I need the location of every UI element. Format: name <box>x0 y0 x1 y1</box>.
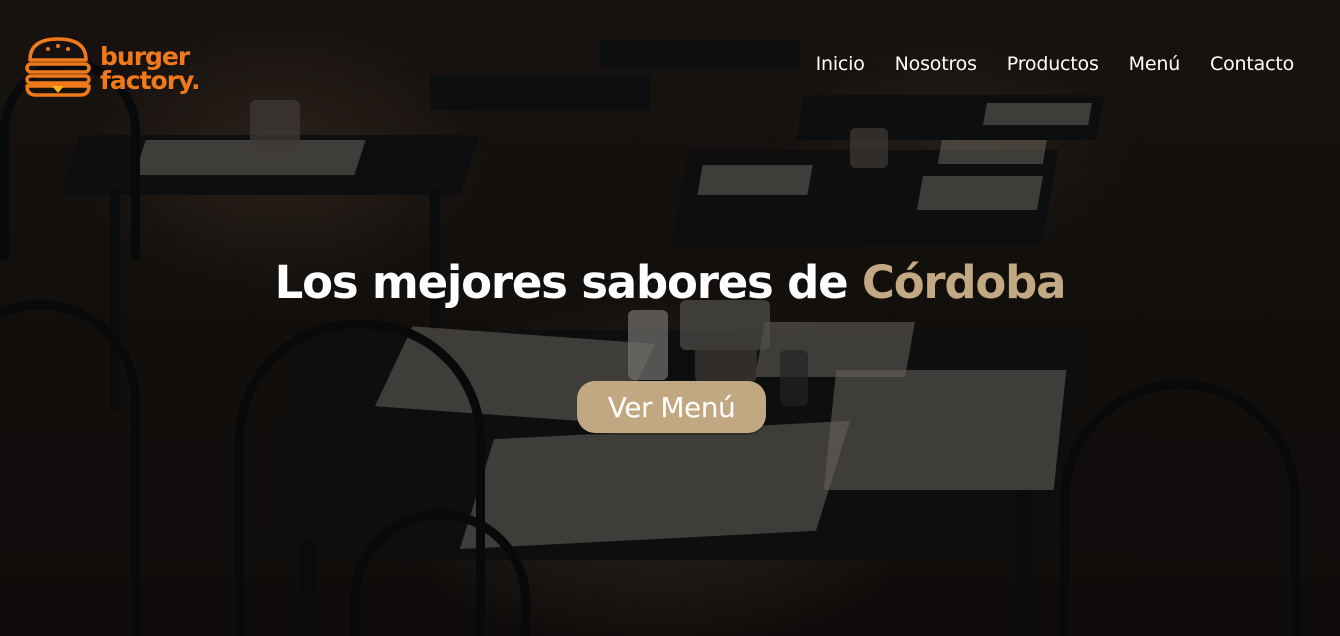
hero-headline-main: Los mejores sabores de <box>274 256 862 309</box>
nav-item-inicio[interactable]: Inicio <box>816 53 865 75</box>
dark-overlay <box>0 0 1340 636</box>
brand-name: burger factory. <box>100 44 201 95</box>
nav-item-nosotros[interactable]: Nosotros <box>895 53 977 75</box>
hero-headline-accent: Córdoba <box>861 256 1067 309</box>
hero-section: burger factory. Inicio Nosotros Producto… <box>0 0 1340 636</box>
nav-item-menu[interactable]: Menú <box>1129 53 1181 75</box>
brand-name-line2: factory. <box>100 66 201 95</box>
brand-logo[interactable]: burger factory. <box>24 36 201 102</box>
burger-icon <box>24 36 92 102</box>
nav-item-contacto[interactable]: Contacto <box>1210 53 1294 75</box>
main-nav: Inicio Nosotros Productos Menú Contacto <box>816 53 1295 75</box>
nav-item-productos[interactable]: Productos <box>1007 53 1099 75</box>
ver-menu-button[interactable]: Ver Menú <box>577 381 766 433</box>
hero-headline: Los mejores sabores de Córdoba <box>0 256 1340 309</box>
